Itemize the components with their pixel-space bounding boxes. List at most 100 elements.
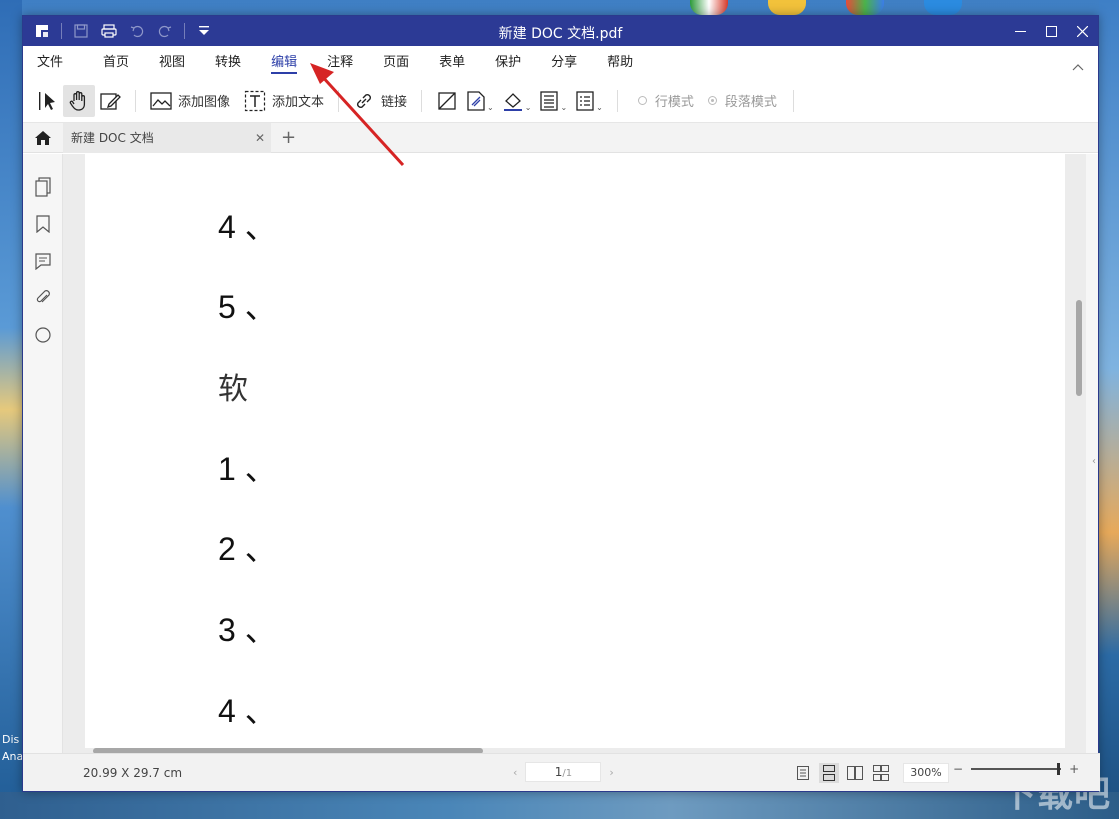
watermark-button[interactable]: ⌄ — [462, 85, 498, 117]
desktop-app-icon[interactable] — [924, 0, 962, 15]
zoom-in-button[interactable]: + — [1069, 762, 1079, 776]
pdf-page[interactable]: 4 、 5 、 软 1 、 2 、 3 、 4 、 — [85, 154, 1065, 748]
print-icon[interactable] — [100, 22, 118, 40]
document-line[interactable]: 4 、 — [218, 686, 277, 732]
header-footer-button[interactable]: ⌄ — [535, 85, 571, 117]
desktop-background-right — [1099, 0, 1119, 819]
right-panel-strip — [1086, 154, 1098, 754]
divider — [792, 89, 794, 112]
menu-file[interactable]: 文件 — [37, 46, 63, 79]
background-button[interactable]: ⌄ — [498, 85, 536, 117]
document-tab[interactable]: 新建 DOC 文档 ✕ — [63, 122, 271, 153]
menu-protect[interactable]: 保护 — [495, 46, 521, 79]
comment-panel-icon[interactable] — [23, 242, 63, 279]
zoom-slider-handle[interactable] — [1057, 763, 1061, 775]
image-icon — [150, 91, 172, 110]
menu-form[interactable]: 表单 — [439, 46, 465, 79]
chevron-down-icon: ⌄ — [524, 103, 532, 112]
link-icon — [357, 93, 372, 108]
desktop-icon-label[interactable]: Ana — [2, 750, 23, 763]
search-panel-icon[interactable] — [23, 316, 63, 353]
home-button[interactable] — [23, 130, 63, 146]
edit-icon — [100, 92, 121, 110]
single-page-view-icon[interactable] — [793, 763, 813, 783]
add-image-button[interactable]: 添加图像 — [146, 85, 234, 117]
add-text-button[interactable]: 添加文本 — [240, 85, 328, 117]
total-pages: /1 — [562, 768, 573, 779]
cursor-icon — [39, 91, 55, 110]
crop-button[interactable] — [432, 85, 462, 117]
menu-view[interactable]: 视图 — [159, 46, 185, 79]
previous-page-icon[interactable]: ‹ — [513, 766, 517, 779]
document-line[interactable]: 2 、 — [218, 524, 277, 570]
hand-tool-button[interactable] — [63, 84, 95, 117]
attachment-icon[interactable] — [23, 279, 63, 316]
crop-icon — [438, 91, 456, 110]
document-viewport[interactable]: 4 、 5 、 软 1 、 2 、 3 、 4 、 — [63, 154, 1088, 754]
document-line[interactable]: 3 、 — [218, 605, 277, 651]
customize-dropdown-icon[interactable] — [195, 22, 213, 40]
text-box-icon — [244, 90, 266, 111]
zoom-controls: − + — [953, 762, 1079, 776]
collapse-ribbon-icon[interactable] — [1072, 56, 1086, 71]
vertical-scrollbar[interactable] — [1076, 300, 1082, 396]
close-tab-icon[interactable]: ✕ — [255, 131, 265, 145]
maximize-button[interactable] — [1036, 16, 1067, 46]
new-tab-button[interactable]: + — [281, 127, 296, 148]
menu-page[interactable]: 页面 — [383, 46, 409, 79]
menu-home[interactable]: 首页 — [103, 46, 129, 79]
chevron-down-icon: ⌄ — [596, 103, 603, 112]
paragraph-mode-radio[interactable]: 段落模式 — [707, 91, 777, 110]
next-page-icon[interactable]: › — [609, 766, 613, 779]
close-button[interactable] — [1067, 16, 1098, 46]
expand-right-panel-icon[interactable]: ‹ — [1092, 456, 1096, 467]
menu-edit[interactable]: 编辑 — [271, 46, 298, 79]
menu-share[interactable]: 分享 — [551, 46, 577, 79]
desktop-background-left — [0, 0, 22, 819]
line-mode-radio[interactable]: 行模式 — [637, 91, 694, 110]
divider — [184, 23, 185, 39]
divider — [338, 89, 340, 112]
document-line[interactable]: 4 、 — [218, 202, 277, 248]
bates-number-button[interactable]: ⌄ — [571, 85, 607, 117]
desktop-app-icon[interactable] — [690, 0, 728, 15]
minimize-button[interactable] — [1005, 16, 1036, 46]
quick-access-toolbar — [23, 16, 213, 46]
two-page-continuous-view-icon[interactable] — [871, 763, 891, 783]
document-line[interactable]: 软 — [218, 364, 248, 408]
desktop-background-bottom — [0, 792, 1119, 819]
menu-comment[interactable]: 注释 — [327, 46, 353, 79]
page-layout-buttons — [793, 763, 891, 783]
page-size-label: 20.99 X 29.7 cm — [83, 765, 183, 780]
edit-toolbar: 添加图像 添加文本 链接 ⌄ ⌄ ⌄ ⌄ 行模式 段落模式 — [23, 79, 1098, 123]
radio-dot — [637, 96, 647, 105]
add-image-label: 添加图像 — [178, 95, 231, 110]
document-line[interactable]: 5 、 — [218, 282, 277, 328]
divider — [135, 89, 136, 112]
page-number-field[interactable]: 1/1 — [525, 762, 602, 782]
menu-help[interactable]: 帮助 — [607, 46, 633, 79]
numbered-list-icon — [576, 90, 594, 111]
document-line[interactable]: 1 、 — [218, 444, 277, 490]
link-button[interactable]: 链接 — [349, 85, 411, 117]
redo-icon[interactable] — [156, 22, 174, 40]
desktop-app-icon[interactable] — [768, 0, 806, 15]
undo-icon[interactable] — [128, 22, 146, 40]
zoom-level-field[interactable]: 300% — [903, 763, 949, 783]
chevron-down-icon: ⌄ — [487, 103, 494, 112]
edit-content-button[interactable] — [95, 85, 125, 117]
save-icon[interactable] — [72, 22, 90, 40]
desktop-icon-label[interactable]: Dis — [2, 733, 19, 746]
select-tool-button[interactable] — [33, 85, 63, 117]
zoom-slider[interactable] — [971, 763, 1062, 775]
thumbnail-panel-icon[interactable] — [23, 168, 63, 205]
home-icon — [35, 130, 51, 145]
menu-convert[interactable]: 转换 — [215, 46, 241, 79]
hand-icon — [69, 90, 86, 111]
continuous-view-icon[interactable] — [819, 763, 839, 783]
bookmark-icon[interactable] — [23, 205, 63, 242]
desktop-app-icon[interactable] — [846, 0, 884, 15]
two-page-view-icon[interactable] — [845, 763, 865, 783]
app-logo-icon[interactable] — [33, 22, 51, 40]
zoom-out-button[interactable]: − — [953, 762, 963, 776]
